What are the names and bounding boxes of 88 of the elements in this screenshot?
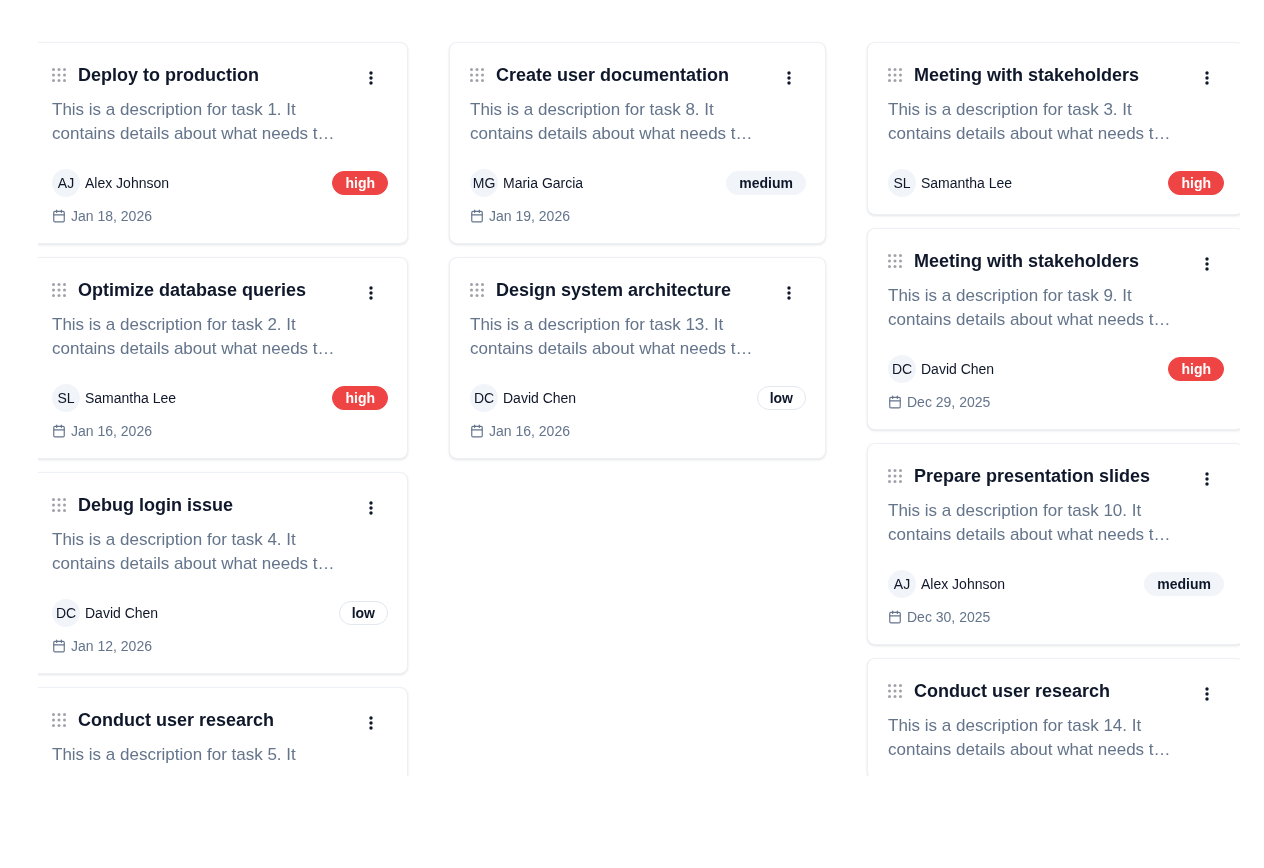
avatar: DC [52,599,80,627]
grip-icon[interactable] [52,713,66,727]
calendar-icon [888,610,902,624]
task-title: Prepare presentation slides [914,465,1152,488]
kebab-icon [369,286,373,300]
task-description: This is a description for task 4. It contains details about what needs t… [52,529,336,575]
task-card[interactable]: Debug login issue This is a description for task 4. It contains details about what needs t… DC David Chen low Jan 12, 2026 [38,472,408,674]
priority-badge: high [1168,171,1224,195]
priority-badge: medium [726,171,806,195]
assignee-name: Alex Johnson [85,175,170,191]
grip-icon[interactable] [888,254,902,268]
task-card[interactable]: Deploy to production This is a description for task 1. It contains details about what needs t… AJ Alex Johnson high Jan 18, 2026 [38,42,408,244]
kebab-icon [787,71,791,85]
task-card[interactable]: Optimize database queries This is a description for task 2. It contains details about what needs t… SL Samantha Lee high Jan 16, 2026 [38,257,408,459]
priority-badge: low [338,601,388,625]
kebab-icon [369,71,373,85]
assignee-name: David Chen [921,361,995,377]
grip-icon[interactable] [888,684,902,698]
due-date: Jan 12, 2026 [71,638,152,654]
calendar-icon [470,209,484,223]
task-card[interactable]: Create user documentation This is a description for task 8. It contains details about what needs t… MG Maria Garcia medium Jan 19, 2026 [449,42,826,244]
task-card[interactable]: Meeting with stakeholders This is a description for task 3. It contains details about what needs t… SL Samantha Lee high [867,42,1240,215]
kebab-icon [1205,71,1209,85]
kebab-icon [1205,472,1209,486]
kebab-icon [369,501,373,515]
task-card[interactable]: Design system architecture This is a description for task 13. It contains details about what needs t… DC David Chen low Jan 16, 2026 [449,257,826,459]
grip-icon[interactable] [52,283,66,297]
task-description: This is a description for task 1. It contains details about what needs t… [52,99,336,145]
task-description: This is a description for task 9. It contains details about what needs t… [888,285,1172,331]
assignee-name: David Chen [503,390,577,406]
task-title: Create user documentation [496,64,731,87]
grip-icon[interactable] [52,68,66,82]
task-card[interactable]: Prepare presentation slides This is a description for task 10. It contains details about what needs t… AJ Alex Johnson medium Dec 30, 2025 [867,443,1240,645]
grip-icon[interactable] [470,283,484,297]
kebab-icon [369,716,373,730]
due-date: Jan 16, 2026 [71,423,152,439]
calendar-icon [470,424,484,438]
grip-icon[interactable] [52,498,66,512]
due-date: Jan 19, 2026 [489,208,570,224]
priority-badge: high [332,171,388,195]
task-description: This is a description for task 5. It [52,744,297,766]
priority-badge: medium [1144,572,1224,596]
assignee-name: Alex Johnson [921,576,1006,592]
calendar-icon [52,209,66,223]
task-description: This is a description for task 8. It contains details about what needs t… [470,99,754,145]
avatar: SL [52,384,80,412]
assignee-name: David Chen [85,605,159,621]
due-date: Jan 18, 2026 [71,208,152,224]
task-description: This is a description for task 13. It contains details about what needs t… [470,314,754,360]
priority-badge: low [756,386,806,410]
grip-icon[interactable] [888,469,902,483]
task-title: Deploy to production [78,64,260,87]
task-card[interactable]: Conduct user research This is a description for task 14. It contains details about what needs t… [867,658,1240,776]
assignee-name: Maria Garcia [503,175,584,191]
priority-badge: high [332,386,388,410]
task-title: Design system architecture [496,279,733,302]
calendar-icon [52,424,66,438]
assignee-name: Samantha Lee [921,175,1013,191]
calendar-icon [52,639,66,653]
task-title: Debug login issue [78,494,234,517]
priority-badge: high [1168,357,1224,381]
task-description: This is a description for task 14. It contains details about what needs t… [888,715,1172,761]
avatar: DC [888,355,916,383]
due-date: Jan 16, 2026 [489,423,570,439]
avatar: MG [470,169,498,197]
task-description: This is a description for task 2. It contains details about what needs t… [52,314,336,360]
avatar: DC [470,384,498,412]
avatar: SL [888,169,916,197]
calendar-icon [888,395,902,409]
task-title: Optimize database queries [78,279,308,302]
task-title: Meeting with stakeholders [914,64,1141,87]
task-title: Conduct user research [914,680,1112,703]
grip-icon[interactable] [470,68,484,82]
task-title: Meeting with stakeholders [914,250,1141,273]
assignee-name: Samantha Lee [85,390,177,406]
due-date: Dec 30, 2025 [907,609,991,625]
task-description: This is a description for task 3. It contains details about what needs t… [888,99,1172,145]
avatar: AJ [52,169,80,197]
avatar: AJ [888,570,916,598]
task-card[interactable]: Conduct user research This is a description for task 5. It [38,687,408,776]
kebab-icon [1205,687,1209,701]
task-title: Conduct user research [78,709,276,732]
kebab-icon [1205,257,1209,271]
kebab-icon [787,286,791,300]
task-description: This is a description for task 10. It contains details about what needs t… [888,500,1172,546]
task-card[interactable]: Meeting with stakeholders This is a description for task 9. It contains details about what needs t… DC David Chen high Dec 29, 2025 [867,228,1240,430]
due-date: Dec 29, 2025 [907,394,991,410]
grip-icon[interactable] [888,68,902,82]
